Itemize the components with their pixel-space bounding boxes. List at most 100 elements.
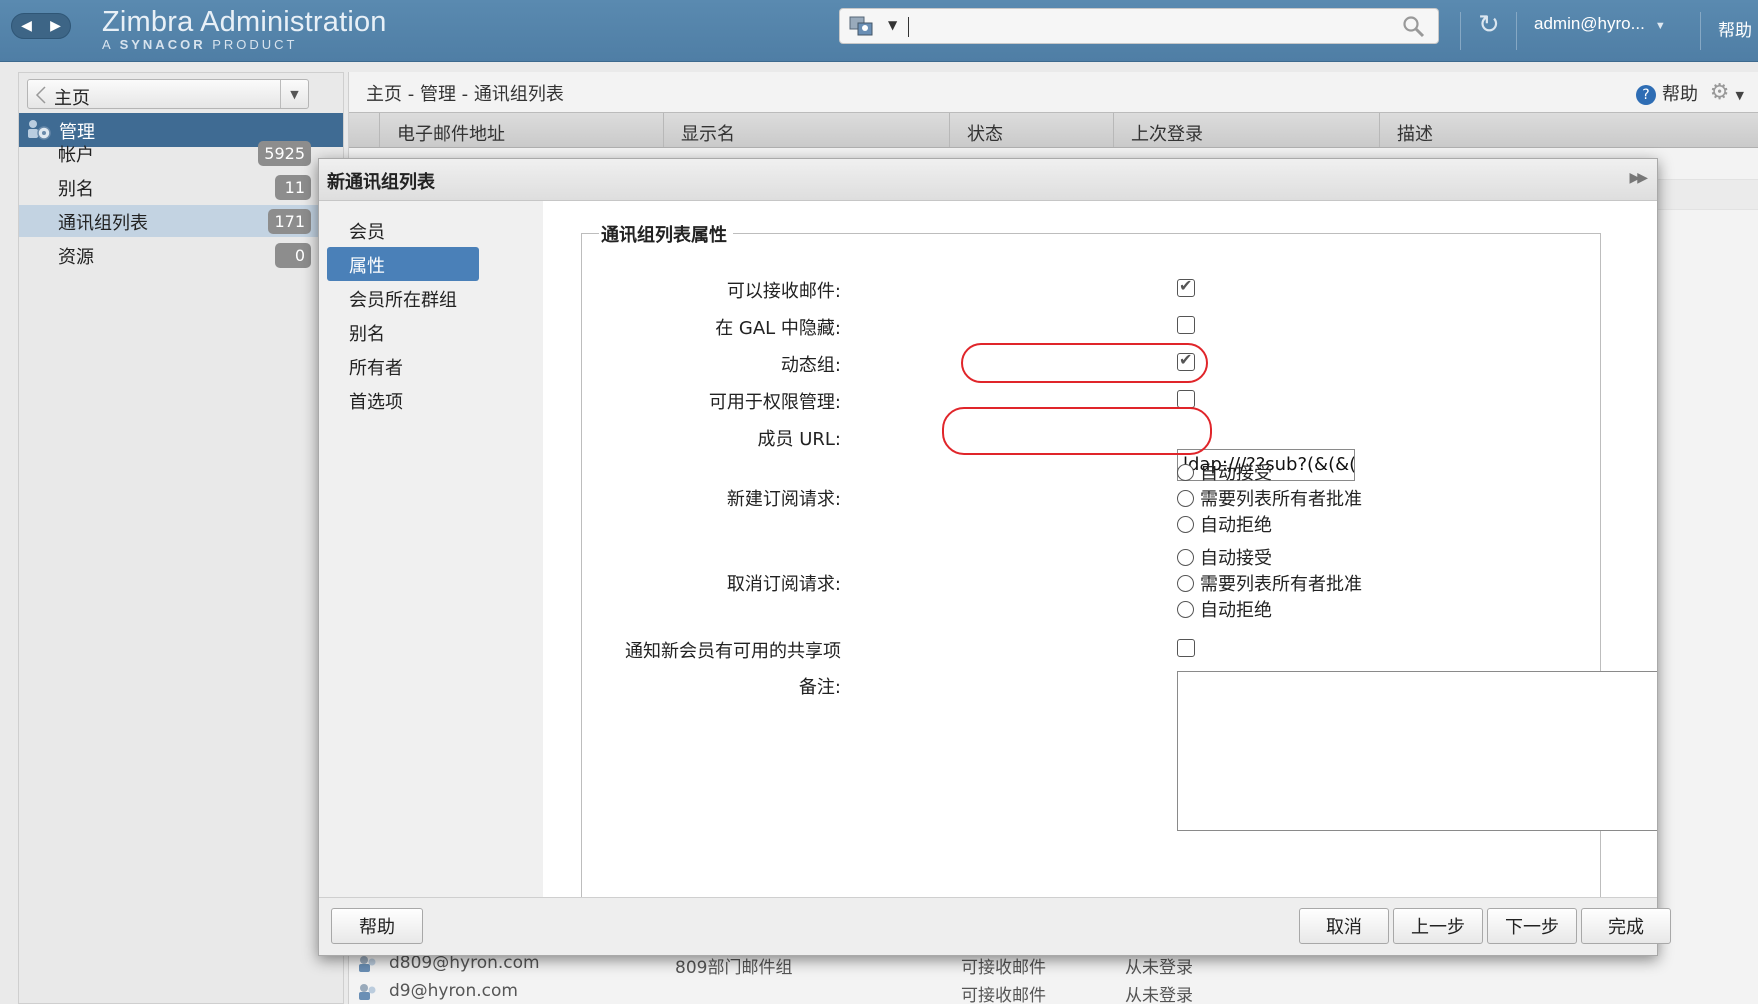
column-header-status[interactable]: 状态 [967, 120, 1003, 146]
cell-status: 可接收邮件 [961, 986, 1046, 1004]
previous-button[interactable]: 上一步 [1393, 908, 1483, 944]
search-icon[interactable] [1402, 15, 1426, 39]
tab-properties[interactable]: 属性 [327, 247, 479, 281]
app-logo: Zimbra Administration A SYNACOR PRODUCT [102, 6, 387, 52]
home-button[interactable]: 主页 ▼ [27, 79, 309, 109]
table-header: 电子邮件地址 显示名 状态 上次登录 描述 [349, 112, 1758, 148]
sidebar-item-accounts[interactable]: 帐户 5925 [19, 137, 343, 169]
unsubscribe-label: 取消订阅请求: [726, 574, 841, 595]
radio-circle-icon [1177, 516, 1194, 533]
subscribe-label: 新建订阅请求: [726, 489, 841, 510]
highlight-ring [961, 343, 1208, 383]
subscribe-auto-accept-radio[interactable]: 自动接受 [1177, 459, 1272, 485]
column-divider [379, 113, 380, 147]
next-button[interactable]: 下一步 [1487, 908, 1577, 944]
column-header-email[interactable]: 电子邮件地址 [397, 120, 505, 146]
help-icon: ? [1636, 85, 1656, 105]
can-receive-label: 可以接收邮件: [726, 281, 841, 302]
breadcrumb: 主页 - 管理 - 通讯组列表 [366, 84, 564, 105]
home-label: 主页 [54, 88, 90, 109]
notify-share-label: 通知新会员有可用的共享项 [625, 641, 841, 662]
notes-label: 备注: [798, 677, 841, 698]
column-divider [949, 113, 950, 147]
header-help-link[interactable]: 帮助 [1718, 16, 1752, 41]
column-divider [1113, 113, 1114, 147]
main-help-link[interactable]: ? 帮助 [1636, 80, 1698, 106]
help-button[interactable]: 帮助 [331, 908, 423, 944]
dialog-nav: 会员 属性 会员所在群组 别名 所有者 首选项 [319, 201, 543, 897]
history-nav: ◀ ▶ [11, 13, 71, 39]
rights-mgmt-checkbox[interactable] [1177, 390, 1195, 408]
dynamic-group-label: 动态组: [780, 355, 841, 376]
cell-status: 可接收邮件 [961, 958, 1046, 978]
expand-icon[interactable]: ▶▶ [1629, 170, 1647, 186]
dialog-title-bar[interactable]: 新通讯组列表 ▶▶ [319, 159, 1657, 201]
tab-preferences[interactable]: 首选项 [327, 383, 479, 417]
column-header-last-login[interactable]: 上次登录 [1131, 120, 1203, 146]
unsubscribe-auto-accept-radio[interactable]: 自动接受 [1177, 544, 1272, 570]
unsubscribe-owner-approve-radio[interactable]: 需要列表所有者批准 [1177, 570, 1362, 596]
search-box[interactable]: ▼ [839, 8, 1439, 44]
new-distribution-list-dialog: 新通讯组列表 ▶▶ 会员 属性 会员所在群组 别名 所有者 首选项 通讯组列表属… [318, 158, 1671, 956]
radio-label: 自动拒绝 [1200, 600, 1272, 621]
sidebar-item-distribution-lists[interactable]: 通讯组列表 171 [19, 205, 343, 237]
cancel-button[interactable]: 取消 [1299, 908, 1389, 944]
can-receive-checkbox[interactable] [1177, 276, 1195, 297]
unsubscribe-auto-reject-radio[interactable]: 自动拒绝 [1177, 596, 1272, 622]
hide-gal-checkbox[interactable] [1177, 316, 1195, 334]
tab-label: 所有者 [349, 358, 403, 379]
finish-button[interactable]: 完成 [1581, 908, 1671, 944]
subscribe-auto-reject-radio[interactable]: 自动拒绝 [1177, 511, 1272, 537]
notes-textarea[interactable] [1177, 671, 1657, 831]
subscribe-owner-approve-radio[interactable]: 需要列表所有者批准 [1177, 485, 1362, 511]
table-row[interactable]: d9@hyron.com 可接收邮件 从未登录 [349, 978, 1758, 1004]
sidebar-item-resources[interactable]: 资源 0 [19, 239, 343, 271]
distribution-list-icon [357, 954, 379, 979]
tab-member-of[interactable]: 会员所在群组 [327, 281, 479, 315]
cell-display-name: 809部门邮件组 [675, 958, 793, 978]
left-navigation: 主页 ▼ 管理 帐户 5925 别名 11 通讯组列表 171 资源 0 [18, 72, 344, 1004]
sidebar-item-aliases[interactable]: 别名 11 [19, 171, 343, 203]
top-header: ◀ ▶ Zimbra Administration A SYNACOR PROD… [0, 0, 1758, 62]
radio-label: 自动接受 [1200, 548, 1272, 569]
tab-members[interactable]: 会员 [327, 213, 479, 247]
search-input[interactable] [914, 13, 1374, 39]
cell-last-login: 从未登录 [1125, 986, 1193, 1004]
chevron-down-icon[interactable]: ▼ [1736, 89, 1744, 102]
gear-icon[interactable]: ⚙ ▼ [1710, 80, 1744, 105]
count-badge: 5925 [258, 141, 311, 166]
count-badge: 171 [268, 209, 311, 234]
column-header-display-name[interactable]: 显示名 [681, 120, 735, 146]
cell-email: d809@hyron.com [389, 953, 540, 973]
column-header-description[interactable]: 描述 [1397, 120, 1433, 146]
tab-aliases[interactable]: 别名 [327, 315, 479, 349]
search-type-icon[interactable] [848, 15, 876, 39]
forward-arrow-icon[interactable]: ▶ [41, 14, 70, 38]
cell-last-login: 从未登录 [1125, 958, 1193, 978]
chevron-down-icon[interactable]: ▼ [1655, 20, 1666, 32]
radio-label: 自动接受 [1200, 463, 1272, 484]
rights-mgmt-label: 可用于权限管理: [708, 392, 841, 413]
refresh-icon[interactable]: ↻ [1478, 10, 1500, 40]
header-divider [1516, 12, 1517, 50]
column-divider [1379, 113, 1380, 147]
tab-label: 会员所在群组 [349, 290, 457, 311]
distribution-list-icon [357, 982, 379, 1004]
help-label: 帮助 [1662, 84, 1698, 105]
brand-subtitle: A SYNACOR PRODUCT [102, 37, 298, 52]
tab-label: 首选项 [349, 392, 403, 413]
dialog-content: 通讯组列表属性 可以接收邮件: 在 GAL 中隐藏: 动态组: 可用于权限管理:… [543, 201, 1657, 897]
radio-circle-icon [1177, 490, 1194, 507]
chevron-down-icon[interactable]: ▼ [280, 80, 308, 108]
member-url-label: 成员 URL: [757, 429, 842, 450]
sidebar-item-label: 通讯组列表 [58, 213, 148, 234]
user-menu[interactable]: admin@hyro... ▼ [1534, 14, 1666, 34]
search-type-dropdown-icon[interactable]: ▼ [888, 18, 897, 32]
highlight-ring [942, 407, 1212, 455]
tab-owners[interactable]: 所有者 [327, 349, 479, 383]
count-badge: 0 [275, 243, 311, 268]
radio-circle-icon [1177, 575, 1194, 592]
notify-share-checkbox[interactable] [1177, 639, 1195, 657]
back-arrow-icon[interactable]: ◀ [12, 14, 41, 38]
radio-circle-icon [1177, 464, 1194, 481]
